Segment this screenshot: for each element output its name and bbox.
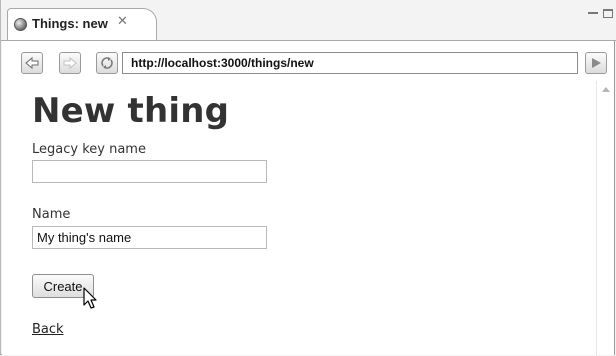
maximize-icon[interactable] (603, 9, 613, 18)
go-button[interactable] (585, 52, 607, 74)
tab-bar: Things: new ✕ (1, 0, 616, 41)
tab-title: Things: new (32, 16, 108, 31)
browser-window: Things: new ✕ http://localhost:3000/thin… (0, 0, 616, 355)
refresh-button[interactable] (96, 52, 118, 74)
name-label: Name (32, 207, 71, 222)
forward-arrow-icon (63, 56, 77, 70)
page-content: New thing Legacy key name Name Create Ba… (2, 81, 596, 355)
minimize-icon[interactable] (588, 12, 598, 16)
url-text: http://localhost:3000/things/new (131, 56, 314, 70)
navigation-toolbar: http://localhost:3000/things/new (2, 41, 614, 81)
refresh-icon (101, 57, 113, 69)
legacy-key-name-input[interactable] (32, 160, 267, 183)
page-title: New thing (32, 91, 230, 131)
back-link[interactable]: Back (32, 322, 64, 337)
vertical-scrollbar[interactable] (596, 81, 614, 355)
globe-icon (14, 18, 27, 31)
forward-button[interactable] (59, 52, 81, 74)
go-arrow-icon (592, 58, 601, 68)
address-bar[interactable]: http://localhost:3000/things/new (122, 52, 578, 74)
legacy-key-name-label: Legacy key name (32, 142, 146, 157)
back-arrow-icon (25, 56, 39, 70)
back-button[interactable] (21, 52, 43, 74)
scroll-up-icon[interactable] (602, 87, 610, 92)
name-input[interactable] (32, 226, 267, 249)
tab-things-new[interactable]: Things: new ✕ (7, 8, 157, 40)
close-icon[interactable]: ✕ (117, 14, 128, 29)
mouse-cursor-icon (83, 287, 97, 309)
